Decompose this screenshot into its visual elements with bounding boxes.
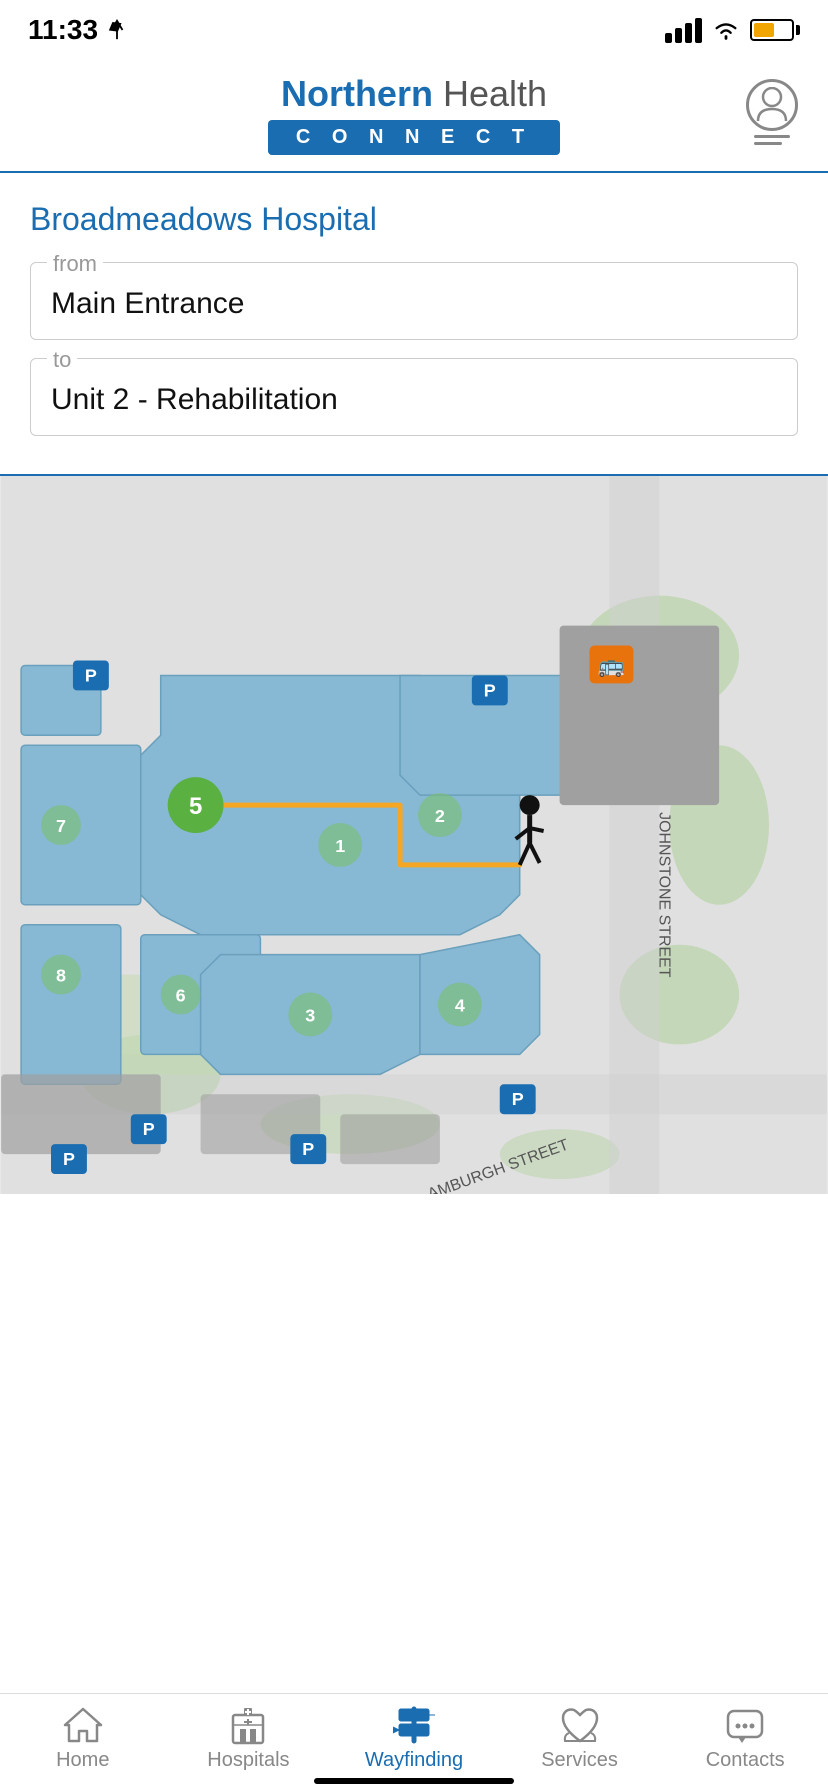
home-icon bbox=[62, 1706, 104, 1744]
logo-title: Northern Health bbox=[281, 74, 547, 114]
profile-icon bbox=[746, 79, 798, 131]
profile-button[interactable] bbox=[746, 79, 798, 145]
logo-connect: C O N N E C T bbox=[268, 120, 560, 155]
logo-area: Northern Health C O N N E C T bbox=[268, 74, 560, 155]
svg-text:4: 4 bbox=[455, 995, 465, 1015]
nav-hospitals-label: Hospitals bbox=[207, 1749, 289, 1772]
svg-text:P: P bbox=[484, 680, 496, 700]
svg-text:JOHNSTONE STREET: JOHNSTONE STREET bbox=[655, 812, 672, 978]
svg-text:8: 8 bbox=[56, 965, 66, 985]
services-icon bbox=[559, 1706, 601, 1744]
hospital-name: Broadmeadows Hospital bbox=[30, 201, 798, 238]
logo-northern: Northern bbox=[281, 73, 433, 114]
to-label: to bbox=[47, 347, 77, 373]
svg-text:7: 7 bbox=[56, 816, 66, 836]
menu-lines bbox=[754, 135, 790, 145]
status-bar: 11:33 bbox=[0, 0, 828, 54]
status-icons bbox=[665, 18, 800, 43]
nav-home[interactable]: Home bbox=[33, 1706, 133, 1772]
wifi-icon bbox=[712, 19, 740, 41]
nav-services[interactable]: Services bbox=[530, 1706, 630, 1772]
map-area[interactable]: 2 1 3 4 7 8 6 P P P P P P bbox=[0, 474, 828, 1194]
svg-text:2: 2 bbox=[435, 806, 445, 826]
nav-hospitals[interactable]: Hospitals bbox=[198, 1706, 298, 1772]
from-value: Main Entrance bbox=[51, 279, 777, 321]
status-time: 11:33 bbox=[28, 14, 128, 46]
nav-services-label: Services bbox=[541, 1749, 618, 1772]
svg-text:3: 3 bbox=[305, 1005, 315, 1025]
svg-text:P: P bbox=[302, 1139, 314, 1159]
from-label: from bbox=[47, 251, 103, 277]
svg-text:P: P bbox=[143, 1119, 155, 1139]
nav-contacts[interactable]: Contacts bbox=[695, 1706, 795, 1772]
svg-text:P: P bbox=[85, 665, 97, 685]
signal-icon bbox=[665, 18, 702, 43]
from-field[interactable]: from Main Entrance bbox=[30, 262, 798, 340]
hospitals-icon bbox=[227, 1706, 269, 1744]
hospital-map: 2 1 3 4 7 8 6 P P P P P P bbox=[0, 476, 828, 1194]
svg-text:P: P bbox=[63, 1149, 75, 1169]
contacts-icon bbox=[724, 1706, 766, 1744]
app-header: Northern Health C O N N E C T bbox=[0, 54, 828, 173]
svg-text:6: 6 bbox=[176, 985, 186, 1005]
home-indicator-container bbox=[0, 1770, 828, 1784]
svg-text:P: P bbox=[512, 1089, 524, 1109]
svg-text:5: 5 bbox=[189, 793, 202, 820]
content-area: Broadmeadows Hospital from Main Entrance… bbox=[0, 173, 828, 474]
svg-text:🚌: 🚌 bbox=[598, 652, 625, 677]
home-bar bbox=[314, 1778, 514, 1784]
nav-contacts-label: Contacts bbox=[706, 1749, 785, 1772]
nav-wayfinding[interactable]: Wayfinding bbox=[364, 1706, 464, 1772]
to-field[interactable]: to Unit 2 - Rehabilitation bbox=[30, 358, 798, 436]
nav-home-label: Home bbox=[56, 1749, 109, 1772]
logo-health: Health bbox=[433, 73, 547, 114]
battery-icon bbox=[750, 19, 800, 41]
to-value: Unit 2 - Rehabilitation bbox=[51, 375, 777, 417]
wayfinding-icon bbox=[393, 1706, 435, 1744]
svg-text:1: 1 bbox=[335, 836, 345, 856]
nav-wayfinding-label: Wayfinding bbox=[365, 1749, 463, 1772]
person-icon bbox=[756, 87, 788, 123]
location-icon bbox=[106, 19, 128, 41]
